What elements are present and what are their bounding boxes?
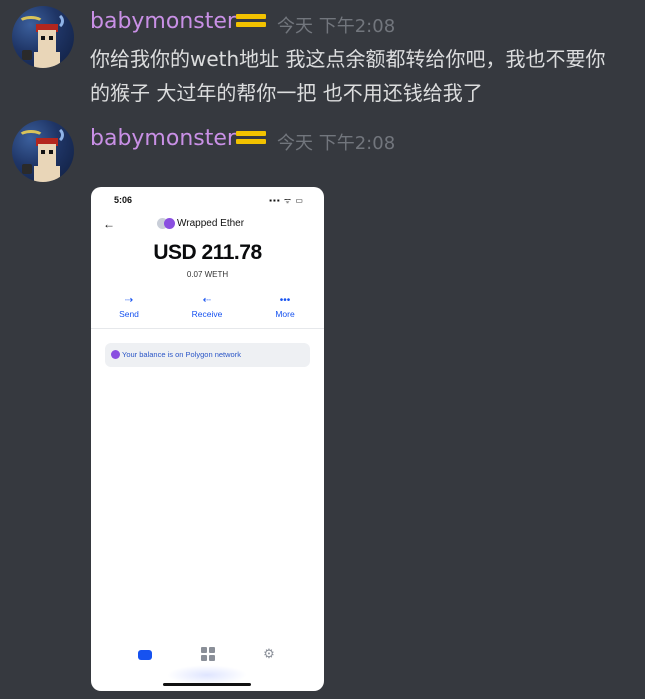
receive-label: Receive bbox=[191, 309, 223, 319]
status-icons: ▪▪▪ ᯤ ▭ bbox=[269, 196, 304, 205]
divider bbox=[91, 328, 324, 329]
flag-icon bbox=[236, 14, 266, 32]
polygon-icon bbox=[111, 350, 120, 359]
apps-icon[interactable] bbox=[201, 647, 215, 661]
attachment-image[interactable]: 5:06 ▪▪▪ ᯤ ▭ ← Wrapped Ether USD 211.78 … bbox=[91, 187, 324, 691]
receive-button[interactable]: ⇠ Receive bbox=[177, 295, 237, 319]
home-indicator bbox=[163, 683, 251, 686]
arrow-left-icon[interactable]: ← bbox=[103, 217, 115, 231]
settings-icon[interactable]: ⚙ bbox=[262, 647, 276, 661]
flag-icon bbox=[236, 131, 266, 149]
message-line: 的猴子 大过年的帮你一把 也不用还钱给我了 bbox=[90, 81, 483, 105]
avatar[interactable] bbox=[12, 120, 74, 182]
message-text: 你给我你的weth地址 我这点余额都转给你吧，我也不要你 的猴子 大过年的帮你一… bbox=[90, 42, 630, 110]
send-button[interactable]: ⇢ Send bbox=[99, 295, 159, 319]
network-banner[interactable]: Your balance is on Polygon network bbox=[105, 343, 310, 367]
more-label: More bbox=[275, 309, 295, 319]
banner-text: Your balance is on Polygon network bbox=[122, 350, 241, 359]
balance-usd: USD 211.78 bbox=[153, 241, 262, 264]
wallet-icon[interactable] bbox=[138, 650, 152, 660]
timestamp: 今天 下午2:08 bbox=[277, 16, 396, 37]
status-time: 5:06 bbox=[114, 195, 133, 205]
timestamp: 今天 下午2:08 bbox=[277, 133, 396, 154]
balance-weth: 0.07 WETH bbox=[186, 270, 229, 279]
avatar[interactable] bbox=[12, 6, 74, 68]
send-label: Send bbox=[119, 309, 139, 319]
token-name: Wrapped Ether bbox=[177, 218, 245, 229]
message-line: 你给我你的weth地址 我这点余额都转给你吧，我也不要你 bbox=[90, 47, 606, 71]
token-logo-icon bbox=[157, 218, 175, 229]
more-button[interactable]: ••• More bbox=[255, 295, 315, 319]
tab-glow bbox=[167, 665, 247, 685]
username[interactable]: babymonster bbox=[90, 9, 236, 34]
receive-icon: ⇠ bbox=[202, 295, 212, 306]
send-icon: ⇢ bbox=[124, 295, 134, 306]
more-icon: ••• bbox=[279, 295, 291, 306]
username[interactable]: babymonster bbox=[90, 126, 236, 151]
